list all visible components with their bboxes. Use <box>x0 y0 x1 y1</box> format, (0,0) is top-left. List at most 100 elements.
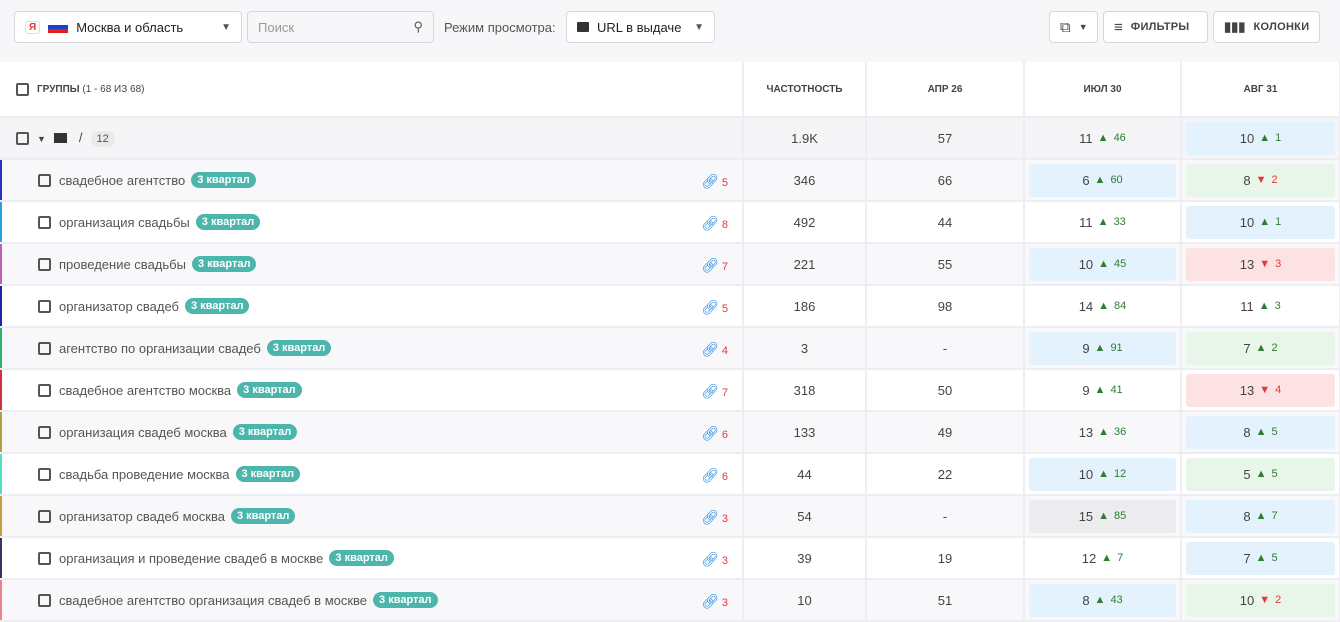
position-cell: 7 ▲ 5 <box>1186 541 1335 575</box>
arrow-up-icon: ▲ <box>1098 426 1110 438</box>
row-checkbox[interactable] <box>38 593 51 607</box>
urls-link[interactable]: 🔗︎ 6 <box>701 467 728 484</box>
link-icon: 🔗︎ <box>701 425 719 441</box>
columns-button[interactable]: ▮▮▮ КОЛОНКИ <box>1213 11 1320 43</box>
freq: 54 <box>743 495 867 538</box>
table-row[interactable]: организация свадеб москва 3 квартал 🔗︎ 6 13… <box>0 411 1340 454</box>
position-value: 8 <box>1082 592 1090 608</box>
position-delta: 45 <box>1114 258 1127 270</box>
urls-link[interactable]: 🔗︎ 7 <box>701 257 728 274</box>
freq-header[interactable]: ЧАСТОТНОСТЬ <box>743 62 867 118</box>
tag-badge[interactable]: 3 квартал <box>232 424 298 441</box>
position-delta: 91 <box>1110 342 1123 354</box>
table-row[interactable]: свадебное агентство 3 квартал 🔗︎ 5 346 66 6… <box>0 159 1340 202</box>
row-checkbox[interactable] <box>38 215 51 229</box>
tag-badge[interactable]: 3 квартал <box>266 340 332 357</box>
position-value: 10 <box>1078 466 1094 482</box>
filters-label: ФИЛЬТРЫ <box>1130 21 1190 33</box>
urls-link[interactable]: 🔗︎ 4 <box>701 341 728 358</box>
position-value: 8 <box>1243 172 1251 188</box>
position-cell: 11 ▲ 46 <box>1029 122 1176 155</box>
position-value: 11 <box>1240 298 1254 314</box>
tag-badge[interactable]: 3 квартал <box>237 382 302 399</box>
position-c3: 13 ▼ 4 <box>1181 369 1340 412</box>
group-row[interactable]: ▼ / 12 1.9K 57 11 ▲ 46 10 ▲ 1 <box>0 117 1340 160</box>
row-checkbox[interactable] <box>38 509 51 523</box>
table-row[interactable]: организатор свадеб москва 3 квартал 🔗︎ 3 54… <box>0 495 1340 538</box>
row-checkbox[interactable] <box>38 299 51 313</box>
urls-count: 3 <box>721 597 728 609</box>
groups-count: (1 - 68 ИЗ 68) <box>82 83 145 95</box>
urls-link[interactable]: 🔗︎ 3 <box>701 509 728 526</box>
tag-badge[interactable]: 3 квартал <box>184 298 250 315</box>
position-c1: 19 <box>866 537 1025 580</box>
position-value: 11 <box>1079 214 1093 230</box>
position-value: 11 <box>1079 130 1093 146</box>
table-row[interactable]: проведение свадьбы 3 квартал 🔗︎ 7 221 55 10… <box>0 243 1340 286</box>
position-c3: 13 ▼ 3 <box>1181 243 1340 286</box>
toolbar: Я Москва и область ▼ Поиск ⚲ Режим просм… <box>0 0 1340 62</box>
keyword: организация свадьбы <box>59 214 190 230</box>
table-row[interactable]: организация свадьбы 3 квартал 🔗︎ 8 492 44 1… <box>0 201 1340 244</box>
date-header-3[interactable]: АВГ 31 <box>1181 62 1340 118</box>
row-checkbox[interactable] <box>38 257 51 271</box>
select-all-checkbox[interactable] <box>16 82 29 96</box>
urls-link[interactable]: 🔗︎ 7 <box>701 383 728 400</box>
date-header-1[interactable]: АПР 26 <box>866 62 1025 118</box>
group-color-bar <box>0 538 2 578</box>
keyword: свадебное агентство организация свадеб в… <box>59 592 368 608</box>
filters-button[interactable]: ≡ ФИЛЬТРЫ <box>1103 11 1208 43</box>
position-cell: 8 ▲ 7 <box>1186 499 1335 533</box>
table-row[interactable]: организация и проведение свадеб в москве… <box>0 537 1340 580</box>
row-checkbox[interactable] <box>38 173 51 187</box>
position-c2: 9 ▲ 41 <box>1024 369 1182 412</box>
table-row[interactable]: агентство по организации свадеб 3 квартал… <box>0 327 1340 370</box>
position-c3: 10 ▲ 1 <box>1181 201 1340 244</box>
urls-link[interactable]: 🔗︎ 5 <box>701 299 728 316</box>
tag-badge[interactable]: 3 квартал <box>191 256 257 273</box>
tag-badge[interactable]: 3 квартал <box>373 592 438 609</box>
arrow-up-icon: ▲ <box>1098 258 1110 270</box>
tag-badge[interactable]: 3 квартал <box>329 550 394 567</box>
urls-link[interactable]: 🔗︎ 6 <box>701 425 728 442</box>
group-color-bar <box>0 286 2 326</box>
row-checkbox[interactable] <box>38 551 51 565</box>
group-checkbox[interactable] <box>16 131 29 145</box>
position-c1: 66 <box>866 159 1025 202</box>
position-delta: 3 <box>1275 258 1282 270</box>
position-cell: 6 ▲ 60 <box>1029 163 1176 197</box>
region-select[interactable]: Я Москва и область ▼ <box>14 11 242 43</box>
filter-icon: ≡ <box>1114 18 1123 36</box>
row-checkbox[interactable] <box>38 467 51 481</box>
position-value: 10 <box>1239 130 1255 146</box>
tag-badge[interactable]: 3 квартал <box>235 466 300 483</box>
position-c2: 14 ▲ 84 <box>1024 285 1182 328</box>
search-input[interactable]: Поиск ⚲ <box>247 11 434 43</box>
urls-link[interactable]: 🔗︎ 3 <box>701 551 728 568</box>
table-row[interactable]: свадьба проведение москва 3 квартал 🔗︎ 6 44… <box>0 453 1340 496</box>
view-mode-select[interactable]: URL в выдаче ▼ <box>566 11 715 43</box>
tag-badge[interactable]: 3 квартал <box>230 508 296 525</box>
table-row[interactable]: организатор свадеб 3 квартал 🔗︎ 5 186 98 14… <box>0 285 1340 328</box>
date-header-2[interactable]: ИЮЛ 30 <box>1024 62 1182 118</box>
table-row[interactable]: свадебное агентство москва 3 квартал 🔗︎ 7 3… <box>0 369 1340 412</box>
arrow-up-icon: ▲ <box>1097 132 1109 144</box>
position-cell: 10 ▲ 1 <box>1186 121 1335 155</box>
position-value: 7 <box>1243 340 1251 356</box>
row-checkbox[interactable] <box>38 341 51 355</box>
region-value: Москва и область <box>76 19 184 35</box>
view-mode-label: Режим просмотра: <box>444 20 556 35</box>
urls-link[interactable]: 🔗︎ 5 <box>701 173 728 190</box>
copy-button[interactable]: ⧉ ▼ <box>1049 11 1098 43</box>
position-delta: 36 <box>1114 426 1127 438</box>
row-checkbox[interactable] <box>38 425 51 439</box>
chevron-down-icon[interactable]: ▼ <box>37 134 46 144</box>
urls-link[interactable]: 🔗︎ 8 <box>701 215 728 232</box>
arrow-up-icon: ▲ <box>1098 300 1110 312</box>
urls-link[interactable]: 🔗︎ 3 <box>701 593 728 610</box>
group-c1: 57 <box>866 117 1025 160</box>
tag-badge[interactable]: 3 квартал <box>195 214 261 231</box>
row-checkbox[interactable] <box>38 383 51 397</box>
tag-badge[interactable]: 3 квартал <box>191 172 256 189</box>
position-c1: 22 <box>866 453 1025 496</box>
